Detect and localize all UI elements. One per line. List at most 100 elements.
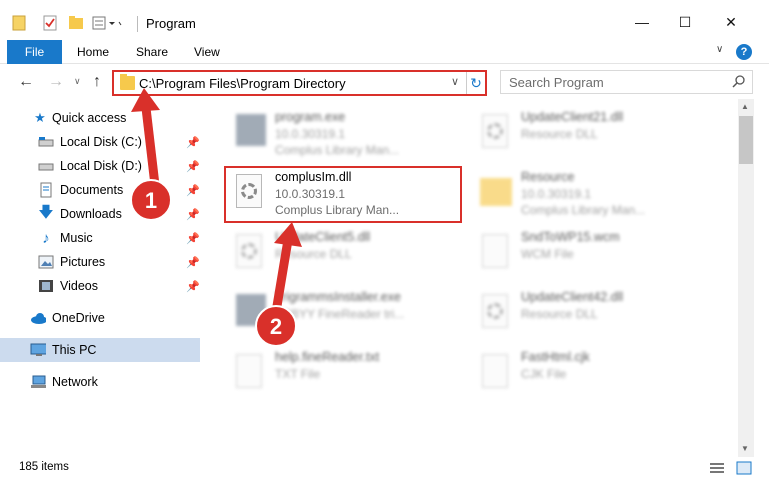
sidebar-item-label: Local Disk (C:) (60, 135, 142, 149)
sidebar-item-local-disk-c[interactable]: Local Disk (C:) 📌 (0, 130, 200, 154)
status-bar: 185 items (0, 457, 769, 493)
file-item[interactable]: UpdateClient42.dll Resource DLL (476, 288, 706, 346)
pin-icon[interactable]: 📌 (186, 280, 200, 293)
dll-gear-icon (476, 288, 516, 338)
sidebar-item-label: Music (60, 231, 93, 245)
file-description: Complus Library Man... (275, 143, 400, 157)
sidebar-item-local-disk-d[interactable]: Local Disk (D:) 📌 (0, 154, 200, 178)
sidebar-item-quick-access[interactable]: ★ Quick access (0, 106, 200, 130)
sidebar-item-label: Local Disk (D:) (60, 159, 142, 173)
pin-icon[interactable]: 📌 (186, 136, 200, 149)
refresh-icon[interactable]: ↻ (466, 72, 485, 94)
sidebar-item-label: Network (52, 375, 98, 389)
file-type: Resource DLL (275, 247, 352, 261)
sidebar-item-documents[interactable]: Documents 📌 (0, 178, 200, 202)
pin-icon[interactable]: 📌 (186, 160, 200, 173)
file-tab[interactable]: File (7, 40, 62, 64)
vertical-scrollbar[interactable]: ▲ ▼ (738, 99, 754, 457)
file-version: 10.0.30319.1 (275, 127, 346, 141)
file-type: TXT File (275, 367, 321, 381)
generic-file-icon (476, 228, 516, 278)
scroll-down-icon[interactable]: ▼ (741, 444, 749, 453)
file-name: Resource (521, 170, 575, 184)
maximize-button[interactable]: ☐ (675, 12, 695, 32)
sidebar-item-label: Documents (60, 183, 124, 197)
network-icon (30, 375, 46, 389)
properties-icon[interactable] (42, 13, 58, 33)
pictures-icon (38, 255, 54, 269)
tab-home[interactable]: Home (77, 45, 109, 59)
sidebar-item-music[interactable]: ♪ Music 📌 (0, 226, 200, 250)
dll-gear-icon (476, 108, 516, 158)
file-item[interactable]: SndToWP15.wcm WCM File (476, 228, 706, 286)
file-item[interactable]: FastHtml.cjk CJK File (476, 348, 706, 406)
file-item[interactable]: program.exe 10.0.30319.1 Complus Library… (230, 108, 460, 166)
layout-dropdown-icon[interactable] (92, 13, 122, 33)
sidebar-item-this-pc[interactable]: This PC (0, 338, 200, 362)
minimize-button[interactable]: — (632, 12, 652, 32)
file-highlight-box (224, 166, 462, 223)
file-item[interactable]: Resource 10.0.30319.1 Complus Library Ma… (476, 168, 706, 226)
details-view-icon[interactable] (709, 461, 725, 475)
folder-icon (476, 168, 516, 218)
file-name: program.exe (275, 110, 346, 124)
sidebar-item-label: Videos (60, 279, 98, 293)
folder-icon (12, 13, 26, 33)
address-bar[interactable]: C:\Program Files\Program Directory ∨ ↻ (112, 70, 487, 96)
file-name: UpdateClient21.dll (521, 110, 624, 124)
new-folder-icon[interactable] (68, 13, 84, 33)
large-icons-view-icon[interactable] (736, 461, 752, 475)
music-note-icon: ♪ (42, 229, 50, 247)
tab-share[interactable]: Share (136, 45, 168, 59)
pin-icon[interactable]: 📌 (186, 256, 200, 269)
sidebar-item-label: Downloads (60, 207, 122, 221)
file-name: help.fineReader.txt (275, 350, 380, 364)
drive-icon (38, 135, 54, 149)
ribbon: File Home Share View ∨ ? (0, 40, 769, 64)
file-item[interactable]: UpdateClient21.dll Resource DLL (476, 108, 706, 166)
file-list: program.exe 10.0.30319.1 Complus Library… (208, 102, 738, 457)
file-name: UpdateClient42.dll (521, 290, 624, 304)
drive-icon (38, 159, 54, 173)
search-input[interactable]: Search Program (500, 70, 753, 94)
file-item[interactable]: TrigrammsInstaller.exe ABBYY FineReader … (230, 288, 460, 346)
forward-arrow-icon[interactable]: → (48, 73, 64, 91)
recent-locations-icon[interactable]: ∨ (74, 76, 81, 87)
sidebar-item-videos[interactable]: Videos 📌 (0, 274, 200, 298)
text-file-icon (230, 348, 270, 398)
search-placeholder: Search Program (509, 75, 604, 90)
back-arrow-icon[interactable]: ← (18, 73, 34, 91)
chevron-down-icon[interactable]: ∨ (451, 75, 459, 88)
documents-icon (38, 182, 54, 198)
tab-view[interactable]: View (194, 45, 220, 59)
computer-icon (30, 343, 46, 357)
window-title: Program (146, 16, 196, 31)
navigation-pane: ★ Quick access Local Disk (C:) 📌 Local D… (0, 102, 208, 457)
sidebar-item-pictures[interactable]: Pictures 📌 (0, 250, 200, 274)
help-button[interactable]: ? (736, 44, 752, 60)
download-arrow-icon: 🡇 (38, 203, 54, 221)
close-button[interactable]: ✕ (721, 12, 741, 32)
address-path[interactable]: C:\Program Files\Program Directory (139, 76, 346, 91)
pin-icon[interactable]: 📌 (186, 184, 200, 197)
title-bar: Program — ☐ ✕ (0, 0, 769, 40)
file-name: FastHtml.cjk (521, 350, 590, 364)
sidebar-item-downloads[interactable]: 🡇 Downloads 📌 (0, 202, 200, 226)
sidebar-item-onedrive[interactable]: OneDrive (0, 306, 200, 330)
title-separator (137, 16, 138, 32)
file-type: WCM File (521, 247, 574, 261)
file-description: ABBYY FineReader tri... (275, 307, 405, 321)
file-item[interactable]: UpdateClient5.dll Resource DLL (230, 228, 460, 286)
sidebar-item-label: Quick access (52, 111, 127, 125)
sidebar-item-network[interactable]: Network (0, 370, 200, 394)
chevron-down-icon[interactable]: ∨ (716, 44, 723, 55)
up-arrow-icon[interactable]: ↑ (93, 73, 101, 91)
file-item[interactable]: help.fineReader.txt TXT File (230, 348, 460, 406)
scrollbar-thumb[interactable] (739, 116, 753, 164)
pin-icon[interactable]: 📌 (186, 208, 200, 221)
pin-icon[interactable]: 📌 (186, 232, 200, 245)
file-name: TrigrammsInstaller.exe (275, 290, 401, 304)
cloud-icon (30, 311, 46, 325)
search-icon[interactable] (732, 74, 746, 88)
scroll-up-icon[interactable]: ▲ (741, 102, 749, 111)
